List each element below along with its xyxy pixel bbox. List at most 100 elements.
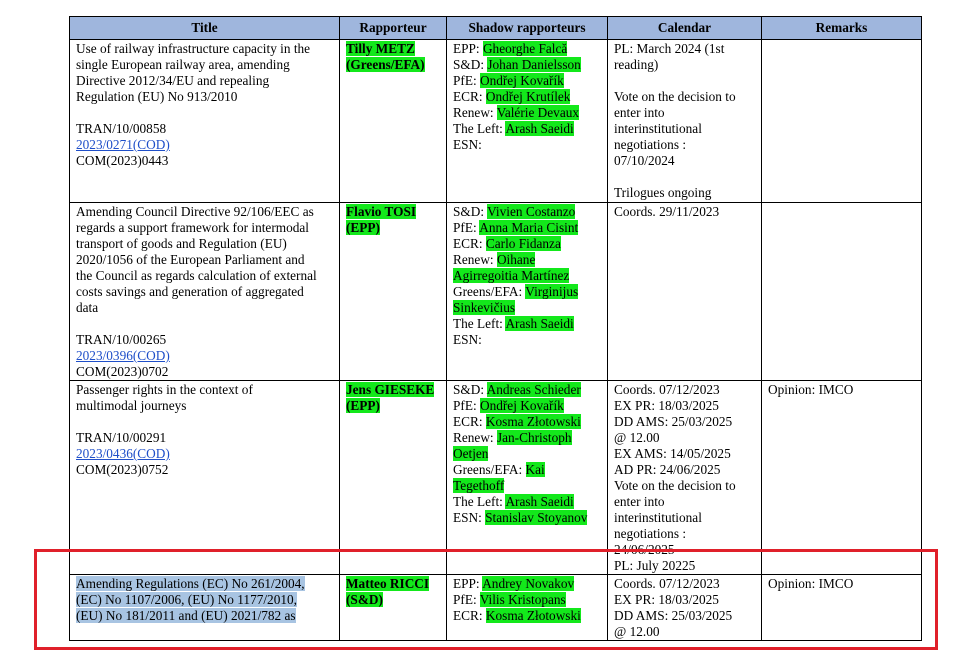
- political-group: PfE:: [453, 73, 480, 88]
- rapporteur-name: (EPP): [346, 220, 380, 235]
- title-text: regards a support framework for intermod…: [76, 220, 309, 235]
- political-group: ECR:: [453, 236, 486, 251]
- shadow-rapporteur: ESN:: [453, 332, 602, 348]
- procedure-link[interactable]: 2023/0396(COD): [76, 348, 170, 363]
- procedure-link[interactable]: 2023/0271(COD): [76, 137, 170, 152]
- table-row: Use of railway infrastructure capacity i…: [69, 39, 922, 203]
- shadow-rapporteur: PfE: Ondřej Kovařík: [453, 73, 602, 89]
- title-text: (EU) No 181/2011 and (EU) 2021/782 as: [76, 608, 296, 623]
- shadow-rapporteur: PfE: Vilis Kristopans: [453, 592, 602, 608]
- shadow-name: Sinkevičius: [453, 300, 516, 315]
- calendar-entry: PL: July 20225: [614, 558, 696, 573]
- calendar-entry: PL: March 2024 (1st: [614, 41, 725, 56]
- shadow-rapporteur: Greens/EFA: Kai: [453, 462, 602, 478]
- shadow-rapporteur: The Left: Arash Saeidi: [453, 494, 602, 510]
- shadow-name: Johan Danielsson: [487, 57, 581, 72]
- shadow-name: Tegethoff: [453, 478, 505, 493]
- shadow-name: Gheorghe Falcă: [482, 41, 568, 56]
- title-line: transport of goods and Regulation (EU): [76, 236, 334, 252]
- calendar-cell: PL: March 2024 (1st reading) Vote on the d…: [607, 39, 762, 203]
- shadow-rapporteurs-cell: S&D: Vivien Costanzo PfE: Anna Maria Cisi…: [446, 202, 608, 381]
- political-group: PfE:: [453, 220, 480, 235]
- shadow-name: Kosma Złotowski: [485, 414, 581, 429]
- rapporteur-line: Jens GIESEKE: [346, 382, 441, 398]
- shadow-name: Andrey Novakov: [482, 576, 575, 591]
- shadow-rapporteur: S&D: Johan Danielsson: [453, 57, 602, 73]
- political-group: ECR:: [453, 414, 486, 429]
- calendar-entry: interinstitutional: [614, 121, 702, 136]
- header-remarks: Remarks: [761, 16, 922, 40]
- procedure-link[interactable]: 2023/0436(COD): [76, 446, 170, 461]
- calendar-entry: Vote on the decision to: [614, 89, 736, 104]
- shadow-rapporteur: S&D: Vivien Costanzo: [453, 204, 602, 220]
- rapporteur-cell: Tilly METZ (Greens/EFA): [339, 39, 447, 203]
- rapporteur-name: (Greens/EFA): [346, 57, 425, 72]
- rapporteur-line: Flavio TOSI: [346, 204, 441, 220]
- rapporteur-cell: Jens GIESEKE (EPP): [339, 380, 447, 575]
- calendar-entry: Coords. 07/12/2023: [614, 382, 720, 397]
- table-row: Amending Council Directive 92/106/EEC as…: [69, 202, 922, 381]
- political-group: EPP:: [453, 41, 483, 56]
- remarks-cell: Opinion: IMCO: [761, 380, 922, 575]
- title-line: costs savings and generation of aggregat…: [76, 284, 334, 300]
- shadow-name: Ondřej Kovařík: [479, 73, 564, 88]
- shadow-rapporteur: ECR: Kosma Złotowski: [453, 608, 602, 624]
- remark-text: Opinion: IMCO: [768, 576, 854, 591]
- rapporteur-line: (EPP): [346, 220, 441, 236]
- political-group: The Left:: [453, 494, 506, 509]
- calendar-entry: negotiations :: [614, 137, 687, 152]
- shadow-name: Jan-Christoph: [496, 430, 572, 445]
- title-text: (EC) No 1107/2006, (EU) No 1177/2010,: [76, 592, 297, 607]
- table-row: Amending Regulations (EC) No 261/2004, (E…: [69, 574, 922, 641]
- title-text: transport of goods and Regulation (EU): [76, 236, 287, 251]
- procedure-link-line: 2023/0271(COD): [76, 137, 334, 153]
- shadow-rapporteurs-cell: EPP: Andrey Novakov PfE: Vilis Kristopans…: [446, 574, 608, 641]
- shadow-rapporteur: The Left: Arash Saeidi: [453, 121, 602, 137]
- rapporteur-line: (S&D): [346, 592, 441, 608]
- shadow-name: Kosma Złotowski: [485, 608, 581, 623]
- shadow-name: Vilis Kristopans: [479, 592, 566, 607]
- calendar-cell: Coords. 07/12/2023 EX PR: 18/03/2025 DD AM…: [607, 574, 762, 641]
- shadow-rapporteur: PfE: Ondřej Kovařík: [453, 398, 602, 414]
- political-group: ECR:: [453, 89, 486, 104]
- shadow-rapporteur: Oetjen: [453, 446, 602, 462]
- shadow-name: Arash Saeidi: [505, 121, 574, 136]
- shadow-rapporteur: EPP: Gheorghe Falcă: [453, 41, 602, 57]
- shadow-rapporteur: Renew: Oihane: [453, 252, 602, 268]
- calendar-entry: enter into: [614, 494, 665, 509]
- title-cell: Passenger rights in the context of multim…: [69, 380, 340, 575]
- shadow-rapporteur: ECR: Ondřej Krutílek: [453, 89, 602, 105]
- title-text: Directive 2012/34/EU and repealing: [76, 73, 270, 88]
- calendar-entry: Vote on the decision to: [614, 478, 736, 493]
- committee-reference: TRAN/10/00291: [76, 430, 167, 445]
- shadow-rapporteur: S&D: Andreas Schieder: [453, 382, 602, 398]
- calendar-entry: enter into: [614, 105, 665, 120]
- com-reference: COM(2023)0702: [76, 364, 169, 379]
- title-line: (EU) No 181/2011 and (EU) 2021/782 as: [76, 608, 334, 624]
- political-group: The Left:: [453, 316, 506, 331]
- political-group: S&D:: [453, 382, 487, 397]
- shadow-name: Stanislav Stoyanov: [485, 510, 588, 525]
- procedure-link-line: 2023/0436(COD): [76, 446, 334, 462]
- title-line: Regulation (EU) No 913/2010: [76, 89, 334, 105]
- political-group: PfE:: [453, 398, 480, 413]
- shadow-rapporteur: ECR: Carlo Fidanza: [453, 236, 602, 252]
- calendar-entry: EX AMS: 14/05/2025: [614, 446, 731, 461]
- rapporteur-name: (S&D): [346, 592, 383, 607]
- title-text: Use of railway infrastructure capacity i…: [76, 41, 311, 56]
- shadow-name: Agirregoitia Martínez: [453, 268, 570, 283]
- political-group: EPP:: [453, 576, 483, 591]
- title-text: costs savings and generation of aggregat…: [76, 284, 304, 299]
- rapporteur-name: Tilly METZ: [346, 41, 415, 56]
- calendar-entry: reading): [614, 57, 659, 72]
- committee-reference: TRAN/10/00858: [76, 121, 167, 136]
- title-line: Amending Regulations (EC) No 261/2004,: [76, 576, 334, 592]
- rapporteur-line: Tilly METZ: [346, 41, 441, 57]
- shadow-name: Ondřej Kovařík: [479, 398, 564, 413]
- calendar-entry: Coords. 07/12/2023: [614, 576, 720, 591]
- title-line: 2020/1056 of the European Parliament and: [76, 252, 334, 268]
- title-line: Directive 2012/34/EU and repealing: [76, 73, 334, 89]
- shadow-name: Arash Saeidi: [505, 494, 574, 509]
